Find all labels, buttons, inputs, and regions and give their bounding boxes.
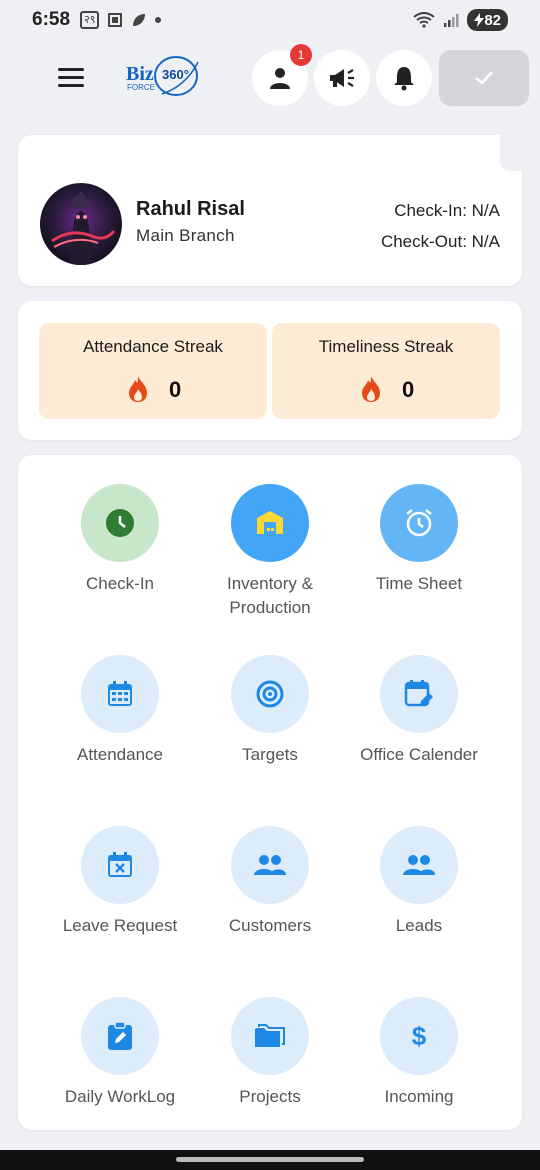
avatar (40, 183, 122, 265)
card-corner-tab (500, 135, 522, 171)
menu-tile-check-in[interactable]: Check-In (45, 484, 195, 596)
time-sheet-icon-circle (380, 484, 458, 562)
screenshot-icon (108, 13, 123, 27)
navigation-bar (0, 1150, 540, 1170)
profile-card: Rahul Risal Main Branch Check-In: N/A Ch… (18, 135, 522, 286)
notification-app-icon: २९ (80, 11, 100, 29)
menu-label: Incoming (384, 1087, 454, 1106)
menu-tile-office-calender[interactable]: Office Calender (344, 655, 494, 767)
menu-label: Leads (395, 916, 443, 935)
check-in-icon-circle (81, 484, 159, 562)
menu-tile-projects[interactable]: Projects (195, 997, 345, 1109)
attendance-streak-title: Attendance Streak (83, 337, 223, 356)
timeliness-streak-value: 0 (402, 377, 415, 402)
menu-icon[interactable] (58, 68, 84, 88)
notifications-button[interactable] (376, 50, 432, 106)
folder-icon (255, 1024, 285, 1047)
menu-label: Leave Request (62, 916, 178, 935)
profile-branch: Main Branch (136, 226, 235, 245)
alarm-clock-icon (406, 509, 432, 537)
menu-tile-attendance[interactable]: Attendance (45, 655, 195, 767)
megaphone-icon (330, 69, 354, 87)
menu-label: Time Sheet (375, 574, 463, 593)
streak-card: Attendance Streak 0 Timeliness Streak 0 (18, 301, 522, 440)
notification-badge: 1 (290, 44, 312, 66)
menu-label: Attendance (76, 745, 163, 764)
attendance-streak: Attendance Streak 0 (39, 323, 267, 419)
signal-icon (444, 14, 459, 27)
inventory-icon-circle (231, 484, 309, 562)
office-calender-icon-circle (380, 655, 458, 733)
checkmark-icon (475, 71, 493, 85)
leaf-icon (133, 14, 146, 26)
menu-label: Office Calender (360, 745, 478, 764)
menu-tile-leads[interactable]: Leads (344, 826, 494, 938)
attendance-streak-value: 0 (169, 377, 182, 402)
profile-name: Rahul Risal (136, 198, 245, 220)
targets-icon-circle (231, 655, 309, 733)
timeliness-streak: Timeliness Streak 0 (272, 323, 500, 419)
menu-label: Projects (239, 1087, 301, 1106)
leads-icon-circle (380, 826, 458, 904)
timeliness-streak-title: Timeliness Streak (318, 337, 454, 356)
home-gesture-handle[interactable] (176, 1157, 364, 1162)
check-out-status: Check-Out: N/A (380, 232, 500, 251)
incoming-icon-circle: $ (380, 997, 458, 1075)
menu-tile-incoming[interactable]: $ Incoming (344, 997, 494, 1109)
customers-icon-circle (231, 826, 309, 904)
attendance-icon-circle (81, 655, 159, 733)
status-time: 6:58 (32, 9, 71, 30)
wifi-icon (413, 12, 435, 28)
projects-icon-circle (231, 997, 309, 1075)
bell-icon (394, 67, 414, 91)
bizforce-logo: Biz FORCE 360° (126, 56, 199, 96)
flame-icon (129, 376, 147, 402)
calendar-x-icon (108, 852, 132, 877)
people-icon (403, 855, 435, 875)
menu-label: Targets (242, 745, 298, 764)
user-icon (270, 68, 290, 89)
charging-icon (474, 13, 485, 27)
flame-icon (362, 376, 380, 402)
menu-label: Customers (228, 916, 312, 935)
daily-worklog-icon-circle (81, 997, 159, 1075)
clipboard-edit-icon (108, 1021, 132, 1050)
menu-tile-targets[interactable]: Targets (195, 655, 345, 767)
menu-tile-inventory[interactable]: Inventory & Production (195, 484, 345, 620)
warehouse-icon (257, 511, 283, 534)
target-icon (256, 680, 284, 708)
menu-tile-leave-request[interactable]: Leave Request (45, 826, 195, 938)
app-header: Biz FORCE 360° 1 (0, 44, 540, 106)
logo-sub: FORCE (127, 83, 155, 92)
leave-request-icon-circle (81, 826, 159, 904)
menu-tile-customers[interactable]: Customers (195, 826, 345, 938)
logo-text: Biz (126, 63, 154, 85)
menu-label: Daily WorkLog (64, 1087, 176, 1106)
logo-num: 360° (162, 67, 189, 82)
svg-text:$: $ (412, 1021, 427, 1051)
menu-label: Check-In (85, 574, 155, 593)
menu-tile-time-sheet[interactable]: Time Sheet (344, 484, 494, 596)
people-icon (254, 855, 286, 875)
menu-label: Inventory & Production (227, 574, 313, 617)
more-notifications-dot (155, 17, 162, 23)
calendar-grid-icon (108, 681, 132, 706)
menu-grid-card: Check-In Inventory & Production Time She… (18, 455, 522, 1130)
dollar-icon: $ (412, 1021, 427, 1051)
battery-indicator: 82 (467, 9, 508, 31)
announcements-button[interactable] (314, 50, 370, 106)
battery-level: 82 (484, 11, 501, 29)
status-notification-icons: २९ (80, 11, 162, 29)
clock-icon (106, 509, 134, 537)
calendar-edit-icon (404, 680, 433, 707)
status-bar: 6:58 २९ 82 (0, 0, 540, 40)
check-in-status: Check-In: N/A (394, 201, 500, 220)
profile-button[interactable]: 1 (252, 44, 312, 106)
menu-tile-daily-worklog[interactable]: Daily WorkLog (45, 997, 195, 1109)
confirm-button[interactable] (439, 50, 529, 106)
